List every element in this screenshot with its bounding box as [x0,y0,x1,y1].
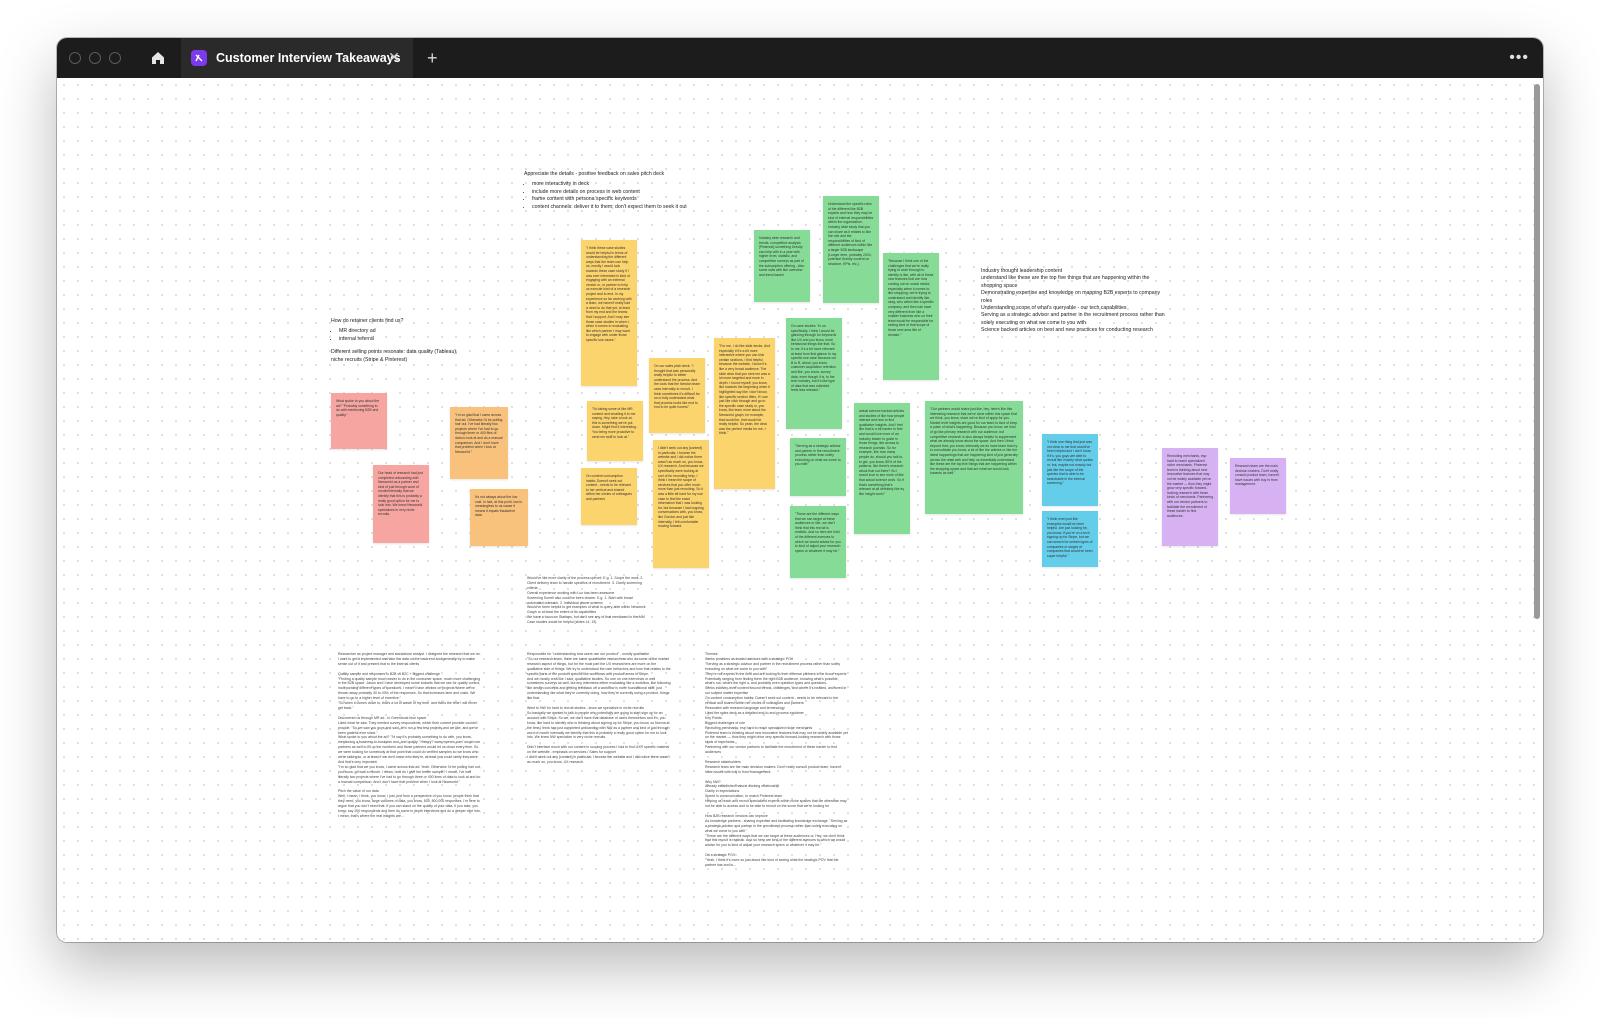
sticky-note[interactable]: "So taking some of like MR content and e… [587,401,643,461]
sticky-note[interactable]: actual science backed articles and studi… [854,403,910,534]
transcript-middle: Responsible for "understanding how users… [527,652,671,764]
sticky-note[interactable]: "I think even just like examples would'v… [1042,511,1098,567]
sticky-note[interactable]: It's not always about the low cost. In f… [470,489,528,546]
sticky-note[interactable]: I didn't seek out any [content] in parti… [653,440,709,568]
retainer-heading: How do retainer clients find us? MR dire… [331,318,461,364]
transcript-left: Researcher as project manager and standa… [338,652,481,818]
sticky-note[interactable]: Understand the specific roles of the dif… [823,196,879,303]
sticky-note[interactable]: "I think one thing that just was not cle… [1042,434,1098,506]
tab-title: Customer Interview Takeaways [216,51,401,65]
whiteboard-canvas[interactable]: Appreciate the details - positive feedba… [57,78,1543,942]
transcript-right: Themes Seeks providers as trusted adviso… [705,652,848,867]
sticky-note[interactable]: On case studies: "In us specifically, I … [786,318,842,429]
sales-pitch-item: content channels: deliver it to them; do… [532,204,744,211]
thought-leadership-line: Serving as a strategic advisor and partn… [981,312,1165,326]
home-button[interactable] [147,47,169,69]
sales-pitch-item: include more details on process in web c… [532,189,744,196]
app-window: Customer Interview Takeaways ✕ + ••• App… [57,38,1543,942]
selling-points-text: Different selling points resonate: data … [331,349,458,363]
retainer-item: MR directory ad [339,328,461,335]
thought-leadership-line: Science backed articles on best and new … [981,327,1153,334]
sticky-note[interactable]: Industry wide research and trends, compe… [754,230,810,302]
sticky-note[interactable]: "I think these case studies would be hel… [581,240,637,386]
retainer-item: internal referral [339,336,461,343]
sticky-note[interactable]: "These are the different ways that we ca… [790,506,846,578]
app-icon [191,50,207,66]
window-close-button[interactable] [69,52,81,64]
thought-leadership-line: Demonstrating expertise and knowledge on… [981,290,1161,304]
sales-pitch-title: Appreciate the details - positive feedba… [524,171,665,177]
sticky-note[interactable]: "I'm so glad that I came across that ad.… [450,407,508,479]
thought-leadership-line: understand like these are the top five t… [981,275,1150,289]
sticky-note[interactable]: "Our partners would share just like, hey… [925,401,1023,514]
sticky-note[interactable]: On our sales pitch deck: "I thought that… [649,358,705,433]
sticky-note[interactable]: On content consumption habits: Doesn't s… [581,468,637,525]
window-minimize-button[interactable] [89,52,101,64]
window-zoom-button[interactable] [109,52,121,64]
close-icon[interactable]: ✕ [387,50,401,64]
sticky-note[interactable]: "Serving as a strategic advisor and part… [790,438,846,496]
plus-icon[interactable]: + [427,48,438,68]
sticky-note[interactable]: Recruiting merchants, esp hard to reach … [1162,448,1218,546]
home-icon [152,52,164,64]
sticky-note[interactable]: Research team are the main decision make… [1230,458,1286,514]
title-bar: Customer Interview Takeaways ✕ + ••• [57,38,1543,78]
retainer-title: How do retainer clients find us? [331,318,404,324]
sales-pitch-item: more interactivity in deck [532,181,744,188]
vertical-scrollbar[interactable] [1534,84,1540,619]
thought-leadership-line: Understanding scope of what's queryable … [981,305,1127,312]
tab-customer-interview-takeaways[interactable]: Customer Interview Takeaways ✕ [181,38,413,78]
transcript-notes-center: Would've like more clarity of the proces… [527,576,646,625]
more-icon[interactable]: ••• [1509,48,1529,68]
sticky-note[interactable]: "For me, I do like slide decks. And espe… [714,338,775,489]
sticky-note[interactable]: "Because I think one of the challenges t… [883,253,939,380]
sales-pitch-heading: Appreciate the details - positive feedba… [524,171,744,211]
thought-leadership-line: Industry thought leadership content [981,268,1063,274]
sticky-note[interactable]: Our head of research had just completed … [373,465,429,543]
sales-pitch-item: frame content with persona specific keyw… [532,196,744,203]
sticky-note[interactable]: What spoke to you about the ad? "Probabl… [331,393,387,449]
thought-leadership-block: Industry thought leadership content unde… [981,268,1169,335]
